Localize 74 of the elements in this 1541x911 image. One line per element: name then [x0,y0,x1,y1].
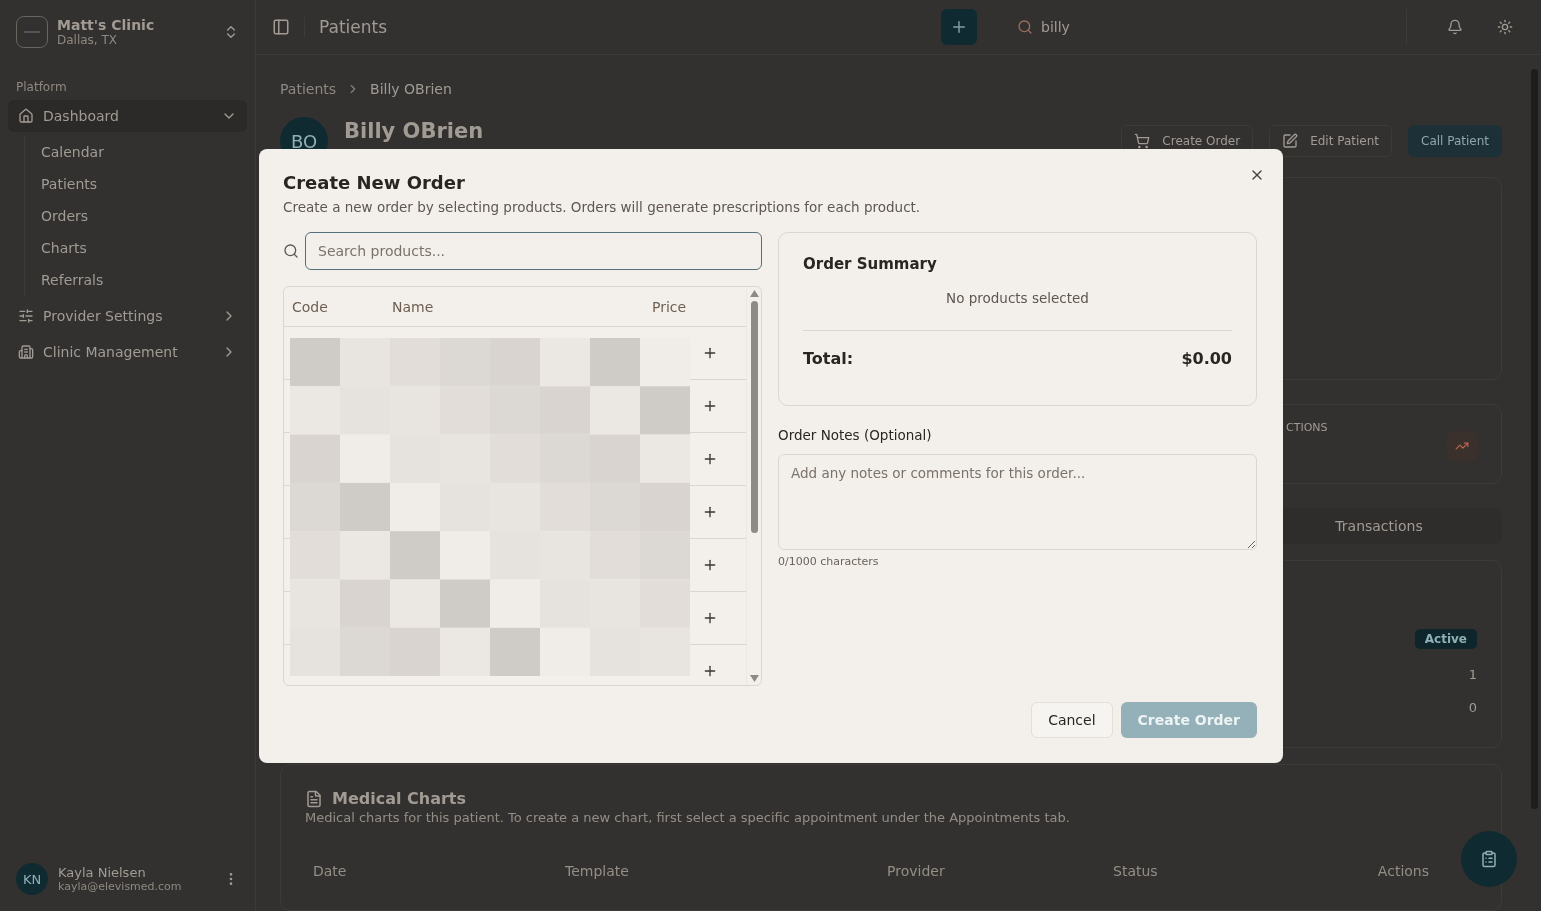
plus-icon [702,504,718,520]
total-label: Total: [803,349,854,368]
clinic-location: Dallas, TX [57,33,119,47]
sliders-icon [18,308,34,324]
table-scrollbar[interactable] [746,287,761,685]
user-name: Kayla Nielsen [58,865,147,880]
notes-field[interactable]: Add any notes or comments for this order... [778,454,1257,550]
user-email: kayla@elevismed.com [58,880,183,893]
home-icon [18,108,34,124]
dialog-subtitle: Create a new order by selecting products. Orders will generate prescriptions for each product. [283,199,922,215]
bell-icon [1447,19,1463,35]
clinic-name: Matt's Clinic [57,17,156,33]
plus-icon [702,663,718,679]
card-title: Medical Charts [332,789,467,808]
nav-subitem[interactable]: Orders [41,200,247,232]
stat-label: CTIONS [1286,421,1328,434]
cart-icon [1134,133,1151,149]
sun-icon [1497,19,1513,35]
character-count: 0/1000 characters [778,555,880,568]
nav-subitem[interactable]: Patients [41,168,247,200]
nav-item[interactable]: Clinic Management [8,336,247,368]
scroll-up-icon[interactable] [749,290,759,297]
column-header: Date [313,863,348,879]
nav-subitem[interactable]: Calendar [41,136,247,168]
user-avatar: KN [16,863,48,895]
search-icon [1017,19,1033,35]
search-field[interactable]: billy [1007,9,1407,45]
plus-icon [702,557,718,573]
plus-icon [702,451,718,467]
document-icon [305,789,323,808]
plus-icon [702,345,718,361]
clipboard-button[interactable] [1461,831,1517,887]
column-header: Status [1113,863,1159,879]
clinic-logo [16,16,48,48]
nav-subitem[interactable]: Referrals [41,264,247,296]
search-icon [283,243,299,259]
column-header: Template [565,863,630,879]
trend-icon [1447,431,1477,461]
breadcrumb-link[interactable]: Patients [280,81,337,97]
status-badge: Active [1414,629,1477,649]
card-description: Medical charts for this patient. To create a new chart, first select a specific appointment under the Appointments tab. [305,810,1071,825]
column-header: Actions [1377,863,1429,879]
plus-icon [702,398,718,414]
product-search-field[interactable]: Search products... [305,232,762,270]
column-header: Provider [887,863,946,879]
dialog-title: Create New Order [283,172,466,193]
notes-label: Order Notes (Optional) [778,427,933,443]
column-header: Code [292,298,329,315]
add-button[interactable] [941,9,977,45]
section-label: Platform [15,80,68,94]
nav-item[interactable]: Dashboard [8,100,247,132]
edit-icon [1282,133,1299,149]
building-icon [18,344,34,360]
action-button[interactable]: Call Patient [1408,125,1502,157]
nav-item[interactable]: Provider Settings [8,300,247,332]
column-header: Price [652,298,688,315]
page-title: Patients [319,17,389,37]
patient-name: Billy OBrien [344,119,485,143]
action-button[interactable]: Edit Patient [1269,125,1392,157]
nav-subitem[interactable]: Charts [41,232,247,264]
cancel-button[interactable]: Cancel [1031,702,1113,738]
plus-icon [702,610,718,626]
total-value: $0.00 [1181,349,1232,368]
detail-value: 0 [1468,700,1477,715]
breadcrumb-current: Billy OBrien [370,81,452,97]
empty-message: No products selected [803,290,1232,331]
scroll-down-icon[interactable] [749,675,759,682]
plus-icon [950,18,968,36]
summary-title: Order Summary [803,255,938,273]
column-header: Name [392,298,435,315]
sidebar-toggle-icon[interactable] [272,18,290,36]
detail-value: 1 [1468,667,1477,682]
tab[interactable]: Transactions [1259,511,1499,541]
clipboard-icon [1480,850,1498,868]
